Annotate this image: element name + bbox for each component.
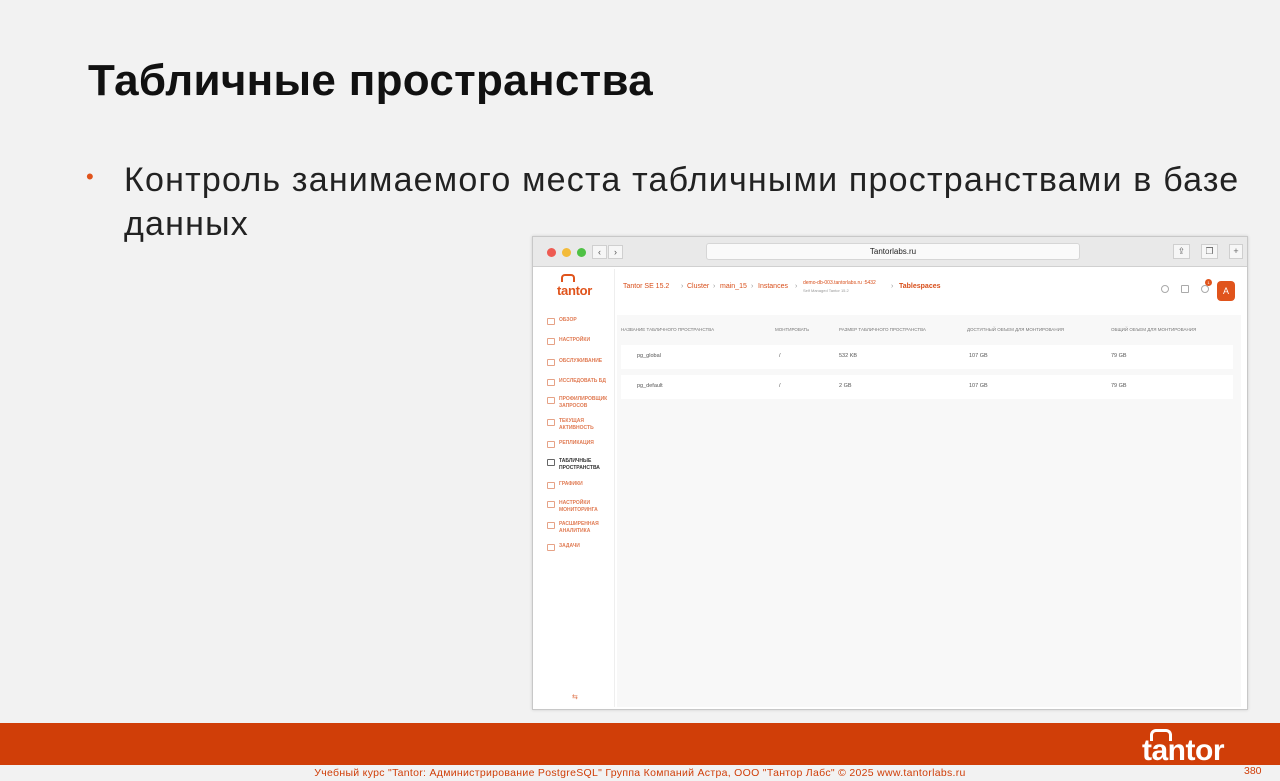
- maintenance-icon: [547, 359, 555, 366]
- tablespace-name: pg_global: [637, 353, 661, 359]
- tablespaces-icon: [547, 459, 555, 466]
- breadcrumb-separator-icon: ›: [751, 283, 754, 290]
- tasks-icon: [547, 544, 555, 551]
- page-number: 380: [1244, 765, 1262, 777]
- sidebar-item-label: ОБСЛУЖИВАНИЕ: [559, 358, 603, 364]
- back-button[interactable]: ‹: [592, 245, 607, 259]
- total-space: 79 GB: [1111, 383, 1127, 389]
- close-window-icon[interactable]: [547, 248, 556, 257]
- sidebar-item-label: ГРАФИКИ: [559, 481, 583, 487]
- footer-band: [0, 723, 1280, 765]
- avatar[interactable]: A: [1217, 281, 1235, 301]
- graphs-icon: [547, 482, 555, 489]
- profiler-icon: [547, 397, 555, 404]
- column-header[interactable]: ДОСТУПНЫЙ ОБЪЕМ ДЛЯ МОНТИРОВАНИЯ: [967, 327, 1064, 332]
- breadcrumb-separator-icon: ›: [795, 283, 798, 290]
- browser-chrome: ‹ › Tantorlabs.ru ⇪ ❐ +: [533, 237, 1247, 267]
- tablespace-size: 532 KB: [839, 353, 858, 359]
- sidebar-item-label: ТАБЛИЧНЫЕ ПРОСТРАНСТВА: [559, 458, 600, 471]
- sidebar-item[interactable]: ЗАДАЧИ: [547, 543, 613, 551]
- total-space: 79 GB: [1111, 353, 1127, 359]
- notification-badge: 1: [1205, 279, 1212, 286]
- sidebar-item-label: ТЕКУЩАЯ АКТИВНОСТЬ: [559, 418, 594, 431]
- sidebar-item[interactable]: РЕПЛИКАЦИЯ: [547, 440, 613, 448]
- activity-icon: [547, 419, 555, 426]
- table-row[interactable]: pg_default / 2 GB 107 GB 79 GB: [621, 375, 1233, 399]
- app-logo[interactable]: tantor: [557, 283, 592, 298]
- sidebar-item-label: РЕПЛИКАЦИЯ: [559, 440, 594, 446]
- tabs-icon[interactable]: ❐: [1201, 244, 1218, 259]
- bell-icon[interactable]: [1201, 285, 1209, 293]
- column-header[interactable]: РАЗМЕР ТАБЛИЧНОГО ПРОСТРАНСТВА: [839, 327, 926, 332]
- collapse-sidebar-icon[interactable]: ⇆: [572, 693, 578, 701]
- sidebar-item[interactable]: НАСТРОЙКИ МОНИТОРИНГА: [547, 500, 613, 514]
- mount-point: /: [779, 383, 781, 389]
- column-header[interactable]: НАЗВАНИЕ ТАБЛИЧНОГО ПРОСТРАНСТВА: [621, 327, 714, 332]
- explore-icon: [547, 379, 555, 386]
- minimize-window-icon[interactable]: [562, 248, 571, 257]
- sidebar-item[interactable]: ПРОФИЛИРОВЩИК ЗАПРОСОВ: [547, 396, 613, 410]
- url-bar[interactable]: Tantorlabs.ru: [706, 243, 1080, 260]
- sidebar-item[interactable]: РАСШИРЕННАЯ АНАЛИТИКА: [547, 521, 613, 535]
- monitoring-settings-icon: [547, 501, 555, 508]
- table-header: НАЗВАНИЕ ТАБЛИЧНОГО ПРОСТРАНСТВА МОНТИРО…: [617, 327, 1237, 339]
- breadcrumb-product[interactable]: Tantor SE 15.2: [623, 283, 669, 290]
- sidebar-item[interactable]: ИССЛЕДОВАТЬ БД: [547, 378, 613, 386]
- available-space: 107 GB: [969, 383, 988, 389]
- browser-screenshot: ‹ › Tantorlabs.ru ⇪ ❐ + tantor ОБЗОР НАСТ…: [532, 236, 1248, 710]
- breadcrumb-instances[interactable]: Instances: [758, 283, 788, 290]
- new-tab-icon[interactable]: +: [1229, 244, 1243, 259]
- column-header[interactable]: ОБЩИЙ ОБЪЕМ ДЛЯ МОНТИРОВАНИЯ: [1111, 327, 1196, 332]
- analytics-icon: [547, 522, 555, 529]
- sidebar-item[interactable]: НАСТРОЙКИ: [547, 337, 613, 345]
- tablespace-name: pg_default: [637, 383, 663, 389]
- tablespaces-table: НАЗВАНИЕ ТАБЛИЧНОГО ПРОСТРАНСТВА МОНТИРО…: [617, 315, 1241, 707]
- sidebar-item[interactable]: ОБЗОР: [547, 317, 613, 325]
- breadcrumb-host[interactable]: demo-db-003.tantorlabs.ru :5432: [803, 280, 876, 286]
- breadcrumb-separator-icon: ›: [681, 283, 684, 290]
- share-icon[interactable]: ⇪: [1173, 244, 1190, 259]
- sidebar-item-label: ИССЛЕДОВАТЬ БД: [559, 378, 606, 384]
- settings-icon[interactable]: [1161, 285, 1169, 293]
- sidebar-item-label: ЗАДАЧИ: [559, 543, 580, 549]
- breadcrumb-host-sub: Self Managed Tantor 15.2: [803, 288, 849, 293]
- slide-title: Табличные пространства: [88, 56, 653, 105]
- breadcrumb-separator-icon: ›: [713, 283, 716, 290]
- sidebar-item[interactable]: ТАБЛИЧНЫЕ ПРОСТРАНСТВА: [547, 458, 613, 472]
- sidebar-item[interactable]: ОБСЛУЖИВАНИЕ: [547, 358, 613, 366]
- sidebar-item[interactable]: ТЕКУЩАЯ АКТИВНОСТЬ: [547, 418, 613, 432]
- sidebar-item-label: НАСТРОЙКИ МОНИТОРИНГА: [559, 500, 598, 513]
- sidebar-item-label: ОБЗОР: [559, 317, 577, 323]
- breadcrumb-separator-icon: ›: [891, 283, 894, 290]
- sidebar-item-label: НАСТРОЙКИ: [559, 337, 591, 343]
- mount-point: /: [779, 353, 781, 359]
- forward-button[interactable]: ›: [608, 245, 623, 259]
- breadcrumb-current: Tablespaces: [899, 283, 941, 290]
- maximize-window-icon[interactable]: [577, 248, 586, 257]
- logo-mark-icon: [561, 274, 575, 282]
- sidebar-item-label: ПРОФИЛИРОВЩИК ЗАПРОСОВ: [559, 396, 608, 409]
- connections-icon[interactable]: [1181, 285, 1189, 293]
- breadcrumb-db[interactable]: main_15: [720, 283, 747, 290]
- available-space: 107 GB: [969, 353, 988, 359]
- app-window: tantor ОБЗОР НАСТРОЙКИ ОБСЛУЖИВАНИЕ ИССЛЕДО…: [539, 269, 1241, 707]
- sidebar-item-label: РАСШИРЕННАЯ АНАЛИТИКА: [559, 521, 599, 534]
- overview-icon: [547, 318, 555, 325]
- footer-logo: tantor: [1142, 734, 1225, 767]
- bullet-text: Контроль занимаемого места табличными пр…: [124, 161, 1240, 243]
- bullet-dot-icon: •: [86, 164, 94, 189]
- table-row[interactable]: pg_global / 532 KB 107 GB 79 GB: [621, 345, 1233, 369]
- footer-text: Учебный курс "Tantor: Администрирование …: [314, 767, 966, 779]
- breadcrumb: Tantor SE 15.2 › Cluster › main_15 › Ins…: [619, 277, 1239, 303]
- settings-icon: [547, 338, 555, 345]
- tablespace-size: 2 GB: [839, 383, 852, 389]
- sidebar-item[interactable]: ГРАФИКИ: [547, 481, 613, 489]
- replication-icon: [547, 441, 555, 448]
- breadcrumb-cluster[interactable]: Cluster: [687, 283, 709, 290]
- column-header[interactable]: МОНТИРОВАТЬ: [775, 327, 809, 332]
- sidebar: tantor ОБЗОР НАСТРОЙКИ ОБСЛУЖИВАНИЕ ИССЛЕДО…: [539, 269, 615, 707]
